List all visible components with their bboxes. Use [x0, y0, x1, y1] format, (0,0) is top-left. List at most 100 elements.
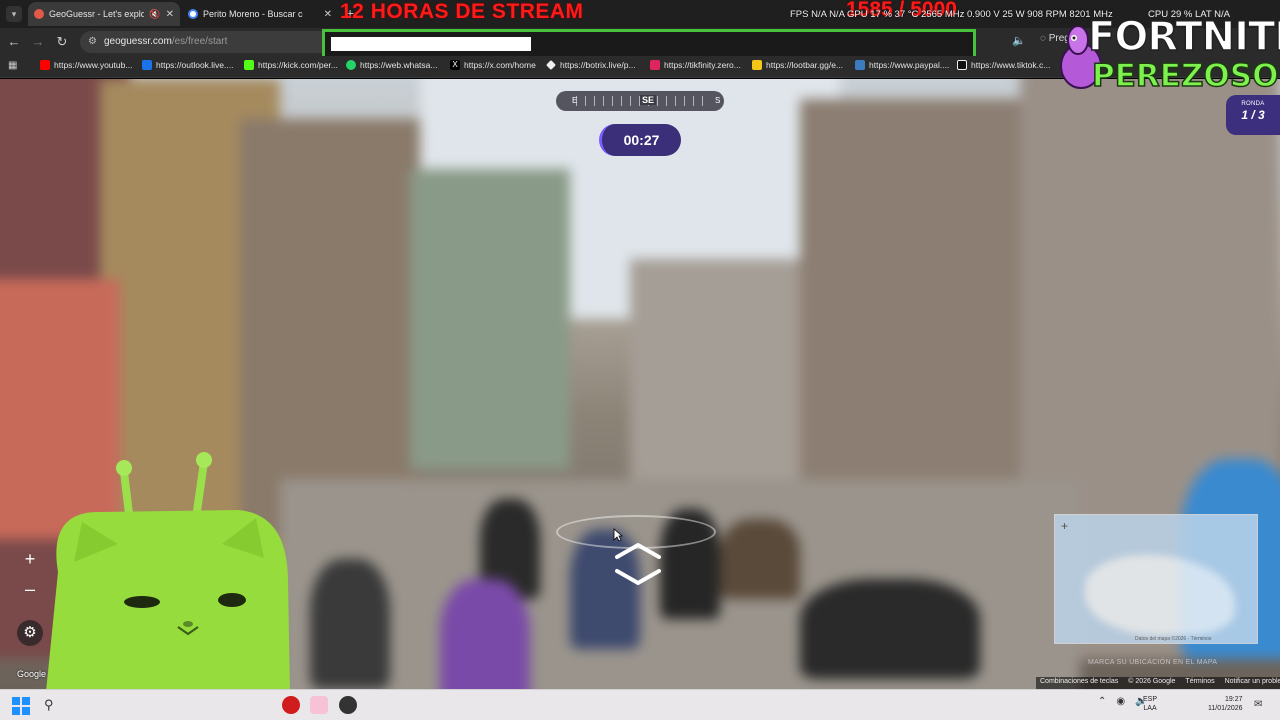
x-icon: X: [450, 60, 460, 70]
motorcyclist: [310, 559, 390, 689]
mute-site-icon[interactable]: 🔈: [1012, 34, 1026, 47]
tab-search-menu-button[interactable]: ▾: [6, 6, 22, 22]
terms-link[interactable]: Términos: [1185, 678, 1214, 688]
mouse-cursor-icon: [613, 528, 623, 542]
chevron-up-icon[interactable]: ⌃: [1098, 696, 1106, 707]
bookmark-label: https://lootbar.gg/e...: [766, 60, 844, 70]
bookmark-label: https://tikfinity.zero...: [664, 60, 741, 70]
language-code: ESP: [1143, 696, 1158, 703]
clock-date: 11/01/2026: [1208, 705, 1243, 712]
bookmark-item[interactable]: https://botrix.live/p...: [546, 60, 636, 70]
tab-geoguessr[interactable]: GeoGuessr - Let's explore t 🔇 ✕: [28, 2, 180, 26]
brand-line-2: PEREZOSO1: [1091, 57, 1280, 95]
notifications-icon[interactable]: ✉: [1254, 699, 1262, 710]
youtube-icon: [40, 60, 50, 70]
bookmark-label: https://botrix.live/p...: [560, 60, 636, 70]
tab-perito-moreno[interactable]: Perito Moreno - Buscar con Go ✕: [182, 2, 338, 26]
taskbar-app-icon[interactable]: [310, 696, 328, 714]
bookmark-item[interactable]: Xhttps://x.com/home: [450, 60, 536, 70]
apps-grid-icon[interactable]: ▦: [8, 60, 17, 71]
bookmark-label: https://kick.com/per...: [258, 60, 338, 70]
report-problem-link[interactable]: Notificar un problema: [1225, 678, 1280, 688]
language-indicator[interactable]: ESP LAA: [1143, 695, 1157, 713]
close-tab-icon[interactable]: ✕: [166, 9, 174, 20]
green-cat-overlay-icon: [46, 452, 290, 692]
bookmark-item[interactable]: https://www.tiktok.c...: [957, 60, 1050, 70]
url-text: geoguessr.com/es/free/start: [104, 36, 227, 47]
bookmark-item[interactable]: https://web.whatsa...: [346, 60, 437, 70]
round-label: RONDA: [1241, 101, 1265, 107]
brand-line-1: FORTNITE: [1087, 13, 1280, 61]
site-info-icon[interactable]: ⚙: [88, 36, 100, 48]
keyboard-layout: LAA: [1143, 705, 1157, 712]
compass-right-label: S: [715, 96, 721, 105]
minimap-zoom-in-icon[interactable]: +: [1061, 519, 1068, 533]
profile-icon: ◌: [1040, 33, 1046, 44]
compass-heading-label: SE: [640, 95, 657, 105]
round-value: 1 / 3: [1241, 108, 1265, 122]
move-backward-arrow-icon[interactable]: [613, 567, 663, 589]
url-host: geoguessr.com: [104, 36, 172, 47]
move-forward-arrow-icon[interactable]: [613, 539, 663, 561]
taskbar-app-icon[interactable]: [282, 696, 300, 714]
street-view-footer: Combinaciones de teclas © 2026 Google Té…: [1036, 677, 1280, 689]
search-icon[interactable]: ⚲: [44, 697, 60, 713]
building: [410, 169, 570, 469]
windows-taskbar: ⚲ ⌃ ◉ 🔈 ESP LAA 19:27 11/01/2026 ✉: [0, 689, 1280, 720]
bookmark-label: https://www.youtub...: [54, 60, 133, 70]
stream-overlay-frame: [322, 29, 976, 59]
zoom-out-button[interactable]: –: [20, 579, 40, 600]
bookmark-item[interactable]: https://outlook.live....: [142, 60, 233, 70]
url-path: /es/free/start: [171, 36, 228, 47]
botrix-icon: [546, 60, 556, 70]
bookmark-item[interactable]: https://tikfinity.zero...: [650, 60, 741, 70]
system-tray: ⌃ ◉ 🔈: [1098, 696, 1148, 707]
minimap-land: [1085, 555, 1235, 635]
microphone-icon[interactable]: ◉: [1116, 696, 1125, 707]
stream-overlay-bar: [331, 37, 531, 51]
compass-left-label: E: [572, 96, 578, 105]
back-arrow-icon[interactable]: ←: [6, 34, 22, 50]
stream-title-overlay: 12 HORAS DE STREAM: [340, 0, 584, 23]
mute-icon[interactable]: 🔇: [149, 9, 160, 20]
hardware-stats-overlay: FPS N/A N/A GPU 17 % 37 °C 2565 MHz 0.90…: [790, 9, 1113, 20]
whatsapp-icon: [346, 60, 356, 70]
copyright-text: © 2026 Google: [1128, 678, 1176, 685]
bookmark-item[interactable]: https://lootbar.gg/e...: [752, 60, 843, 70]
forward-arrow-icon[interactable]: →: [30, 34, 46, 50]
bookmark-label: https://web.whatsa...: [360, 60, 438, 70]
motorcyclist: [440, 579, 530, 689]
tab-title: Perito Moreno - Buscar con Go: [203, 9, 303, 19]
round-indicator: RONDA 1 / 3: [1226, 95, 1280, 135]
clock[interactable]: 19:27 11/01/2026: [1208, 695, 1243, 713]
clock-time: 19:27: [1224, 696, 1243, 703]
taskbar-app-icon[interactable]: [339, 696, 357, 714]
place-marker-hint: MARCA SU UBICACIÓN EN EL MAPA: [1088, 659, 1218, 666]
lootbar-icon: [752, 60, 762, 70]
bookmark-item[interactable]: https://www.youtub...: [40, 60, 132, 70]
geoguessr-favicon-icon: [34, 9, 44, 19]
round-timer: 00:27: [599, 124, 681, 156]
keyboard-shortcuts-link[interactable]: Combinaciones de teclas: [1040, 678, 1118, 688]
compass-bar: E SE S: [556, 91, 724, 111]
bookmark-label: https://outlook.live....: [156, 60, 234, 70]
tikfinity-icon: [650, 60, 660, 70]
minimap-attribution: Datos del mapa ©2026 · Términos: [1135, 636, 1212, 642]
bookmark-item[interactable]: https://kick.com/per...: [244, 60, 338, 70]
bookmark-label: https://www.tiktok.c...: [971, 60, 1051, 70]
tiktok-icon: [957, 60, 967, 70]
kick-icon: [244, 60, 254, 70]
bookmark-label: https://x.com/home: [464, 60, 536, 70]
bookmark-item[interactable]: https://www.paypal....: [855, 60, 949, 70]
outlook-icon: [142, 60, 152, 70]
building: [630, 259, 810, 499]
close-tab-icon[interactable]: ✕: [324, 9, 332, 20]
paypal-icon: [855, 60, 865, 70]
tab-title: GeoGuessr - Let's explore t: [49, 9, 145, 19]
windows-start-icon[interactable]: [12, 697, 30, 715]
zoom-in-button[interactable]: +: [20, 549, 40, 570]
guess-minimap[interactable]: + Datos del mapa ©2026 · Términos: [1054, 514, 1258, 644]
reload-icon[interactable]: ↻: [54, 34, 70, 50]
motorcyclist: [720, 519, 800, 599]
screen: ▾ GeoGuessr - Let's explore t 🔇 ✕ Perito…: [0, 0, 1280, 720]
